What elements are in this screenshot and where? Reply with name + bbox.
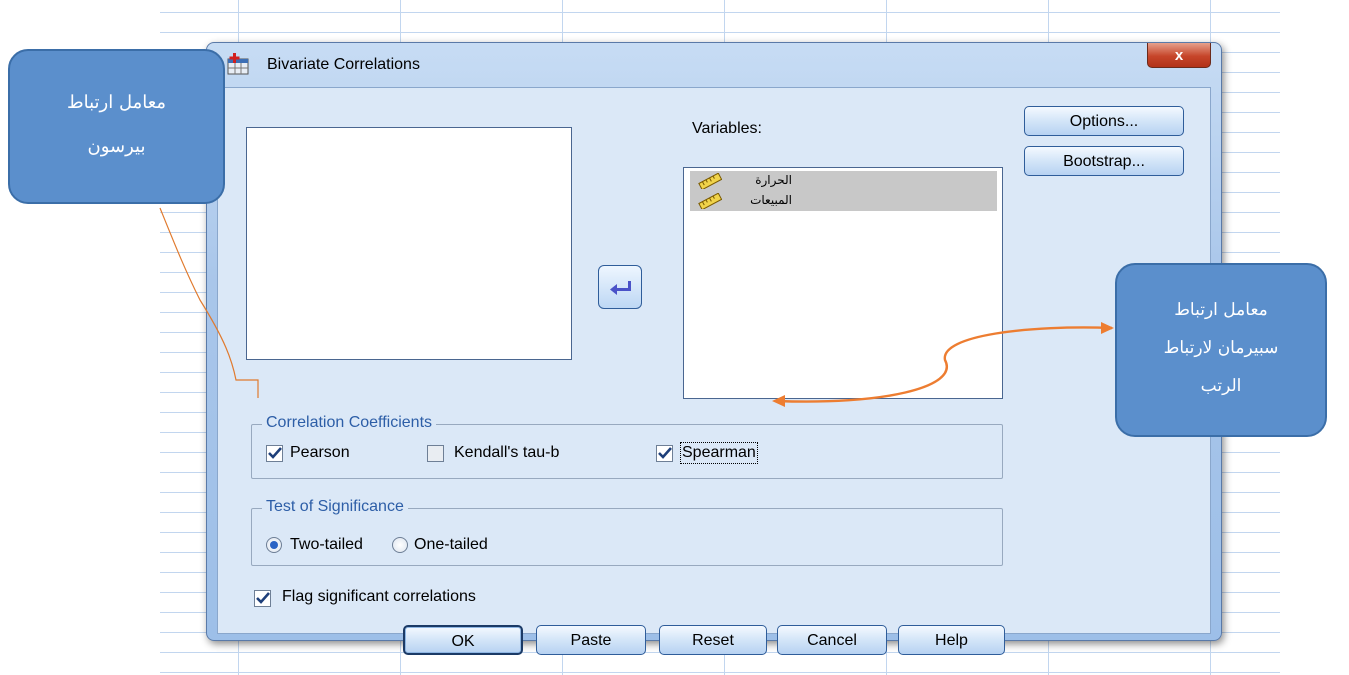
one-tailed-label[interactable]: One-tailed — [414, 536, 488, 554]
variable-label: المبيعات — [750, 193, 792, 207]
test-of-significance-title: Test of Significance — [262, 498, 408, 516]
two-tailed-label[interactable]: Two-tailed — [290, 536, 363, 554]
pearson-callout-line: بيرسون — [87, 136, 146, 157]
spss-app-icon — [227, 53, 249, 75]
arrow-left-icon — [610, 281, 631, 295]
title-bar[interactable]: Bivariate Correlations x — [207, 43, 1221, 87]
checkmark-icon — [256, 592, 270, 604]
move-variable-button[interactable] — [598, 265, 642, 309]
correlation-coefficients-group: Correlation Coefficients Pearson Kendall… — [251, 414, 1003, 479]
pearson-label[interactable]: Pearson — [290, 444, 350, 462]
options-button[interactable]: Options... — [1024, 106, 1184, 136]
window-title: Bivariate Correlations — [267, 56, 420, 73]
checkmark-icon — [268, 447, 282, 459]
scale-ruler-icon — [698, 173, 722, 189]
one-tailed-radio[interactable] — [392, 537, 408, 553]
kendall-checkbox[interactable] — [427, 445, 444, 462]
paste-button[interactable]: Paste — [536, 625, 646, 655]
reset-button[interactable]: Reset — [659, 625, 767, 655]
spearman-callout: معامل ارتباط سبيرمان لارتباط الرتب — [1115, 263, 1327, 437]
checkmark-icon — [658, 447, 672, 459]
pearson-callout-line: معامل ارتباط — [66, 92, 167, 113]
spearman-callout-line: الرتب — [1200, 376, 1242, 396]
bootstrap-button[interactable]: Bootstrap... — [1024, 146, 1184, 176]
spearman-callout-line: سبيرمان لارتباط — [1163, 338, 1279, 358]
spearman-checkbox[interactable] — [656, 445, 673, 462]
flag-significant-label[interactable]: Flag significant correlations — [282, 588, 476, 606]
ok-button[interactable]: OK — [403, 625, 523, 655]
cancel-button[interactable]: Cancel — [777, 625, 887, 655]
spearman-label[interactable]: Spearman — [680, 442, 758, 464]
dialog-body: Variables: الحرارة المبيعات Options... B… — [217, 87, 1211, 655]
variable-label: الحرارة — [755, 173, 792, 187]
pearson-checkbox[interactable] — [266, 445, 283, 462]
variable-item[interactable]: الحرارة — [690, 171, 997, 191]
two-tailed-radio[interactable] — [266, 537, 282, 553]
radio-selected-dot — [270, 541, 278, 549]
scale-ruler-icon — [698, 193, 722, 209]
variable-item[interactable]: المبيعات — [690, 191, 997, 211]
pearson-callout: معامل ارتباط بيرسون — [8, 49, 225, 204]
correlation-coefficients-title: Correlation Coefficients — [262, 414, 437, 432]
target-variable-list[interactable]: الحرارة المبيعات — [683, 167, 1003, 399]
variables-label: Variables: — [692, 120, 762, 137]
bivariate-correlations-dialog: Bivariate Correlations x Variables: الحر… — [206, 42, 1222, 655]
source-variable-list[interactable] — [246, 127, 572, 360]
spearman-callout-line: معامل ارتباط — [1174, 300, 1268, 320]
help-button[interactable]: Help — [898, 625, 1005, 655]
kendall-label[interactable]: Kendall's tau-b — [454, 444, 559, 462]
test-of-significance-group: Test of Significance Two-tailed One-tail… — [251, 498, 1003, 566]
flag-significant-checkbox[interactable] — [254, 590, 271, 607]
close-button[interactable]: x — [1147, 43, 1211, 68]
